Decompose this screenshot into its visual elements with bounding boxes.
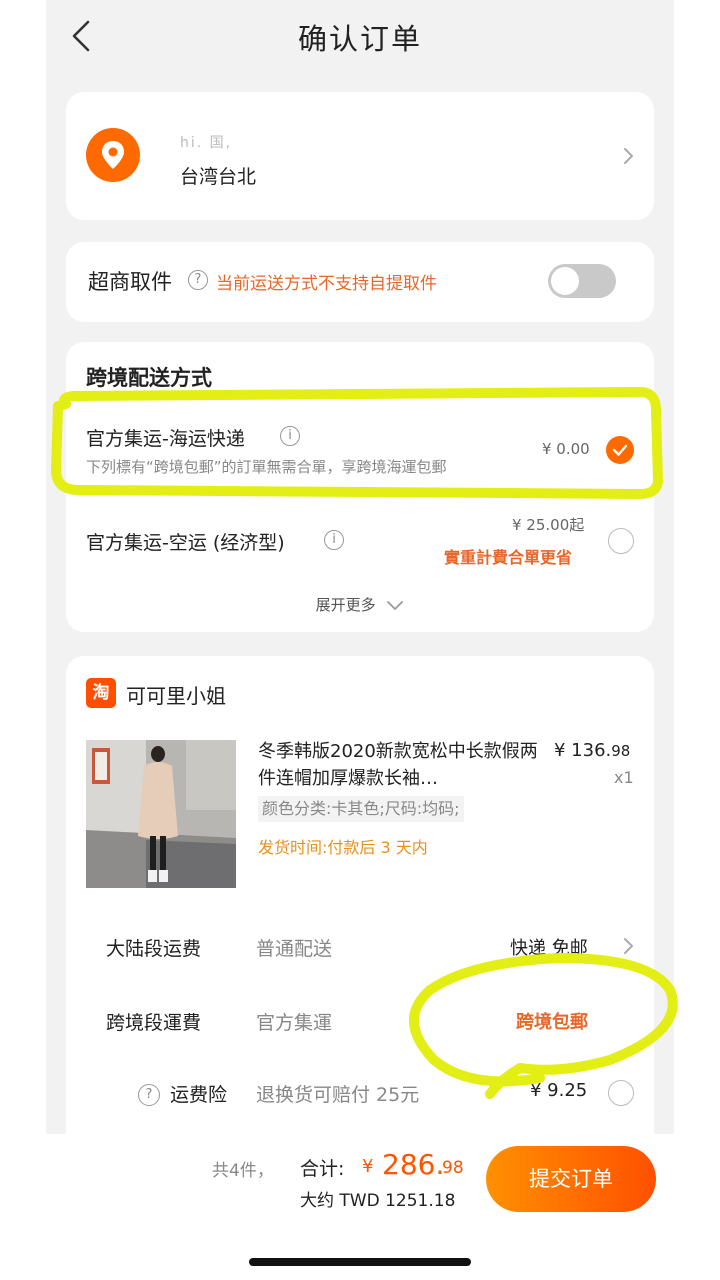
location-pin-icon xyxy=(86,128,140,182)
row-subtitle: 官方集運 xyxy=(256,1012,333,1034)
row-label: 跨境段運費 xyxy=(106,1012,202,1034)
unselected-radio[interactable] xyxy=(608,528,634,554)
row-value: 快递 免邮 xyxy=(510,938,588,959)
twd-equivalent: 大约 TWD 1251.18 xyxy=(300,1191,456,1211)
home-indicator[interactable] xyxy=(249,1258,471,1266)
option-subtitle: 下列標有“跨境包郵”的訂單無需合單，享跨境海運包郵 xyxy=(86,458,447,476)
shipping-method-card: 跨境配送方式 官方集运-海运快递 i 下列標有“跨境包郵”的訂單無需合單，享跨境… xyxy=(66,342,654,632)
product-image[interactable] xyxy=(86,740,236,888)
product-spec[interactable]: 颜色分类:卡其色;尺码:均码; xyxy=(258,796,464,822)
row-subtitle: 普通配送 xyxy=(256,938,333,960)
order-confirm-screen: 确认订单 hi. 国, 台湾台北 超商取件 ? 当前运送方式不支持自提取件 跨境… xyxy=(46,0,674,1280)
product-quantity: x1 xyxy=(614,768,634,787)
selected-check-icon[interactable] xyxy=(606,436,634,464)
chevron-down-icon xyxy=(387,600,404,610)
total-cents: 98 xyxy=(442,1158,464,1178)
row-value: ¥ 9.25 xyxy=(530,1080,588,1101)
chevron-right-icon xyxy=(624,938,633,954)
page-title: 确认订单 xyxy=(297,22,422,56)
item-count: 共4件， xyxy=(212,1161,274,1181)
shipping-heading: 跨境配送方式 xyxy=(86,366,212,390)
taobao-logo: 淘 xyxy=(86,678,116,708)
help-icon[interactable]: ? xyxy=(188,270,208,290)
row-subtitle: 退换货可赔付 25元 xyxy=(256,1084,420,1106)
recipient-name: hi. 国, xyxy=(180,135,233,151)
total-currency: ¥ xyxy=(362,1156,374,1177)
store-pickup-card: 超商取件 ? 当前运送方式不支持自提取件 xyxy=(66,242,654,322)
total-label: 合计: xyxy=(300,1158,345,1180)
option-title: 官方集运-空运 (经济型) xyxy=(86,532,285,554)
product-ship-time: 发货时间:付款后 3 天内 xyxy=(258,838,428,857)
help-icon[interactable]: ? xyxy=(138,1084,160,1106)
insurance-radio[interactable] xyxy=(608,1080,634,1106)
address-line: 台湾台北 xyxy=(180,166,257,188)
info-icon[interactable]: i xyxy=(280,426,300,446)
checkout-bar: 共4件， 合计: ¥ 286. 98 大约 TWD 1251.18 提交订单 xyxy=(46,1134,674,1280)
row-label: 运费险 xyxy=(170,1084,228,1106)
address-card[interactable]: hi. 国, 台湾台北 xyxy=(66,92,654,220)
row-value: 跨境包郵 xyxy=(516,1012,588,1033)
shop-order-card: 淘 可可里小姐 冬季韩版2020新款宽松中长款假两件连帽加厚爆款长袖… ¥ 13… xyxy=(66,656,654,1134)
pickup-unsupported-note: 当前运送方式不支持自提取件 xyxy=(216,274,437,294)
top-bar: 确认订单 xyxy=(46,0,674,72)
submit-order-button[interactable]: 提交订单 xyxy=(486,1146,656,1212)
store-pickup-toggle[interactable] xyxy=(548,264,616,298)
chevron-right-icon xyxy=(624,148,633,164)
option-tag: 實重計費合單更省 xyxy=(444,548,573,567)
product-title[interactable]: 冬季韩版2020新款宽松中长款假两件连帽加厚爆款长袖… xyxy=(258,738,538,792)
option-title: 官方集运-海运快递 xyxy=(86,428,245,450)
shop-name[interactable]: 可可里小姐 xyxy=(126,680,226,709)
info-icon[interactable]: i xyxy=(324,530,344,550)
toggle-knob xyxy=(551,267,579,295)
expand-more-label: 展开更多 xyxy=(315,596,376,614)
row-label: 大陆段运费 xyxy=(106,938,202,960)
total-amount: 286. xyxy=(382,1148,445,1181)
product-price: ¥ 136.98 xyxy=(554,740,630,761)
expand-more-button[interactable]: 展开更多 xyxy=(66,594,654,615)
price-cents: 98 xyxy=(611,742,631,760)
option-price: ¥ 25.00起 xyxy=(512,516,585,534)
price-main: ¥ 136. xyxy=(554,740,612,761)
store-pickup-label: 超商取件 xyxy=(88,270,172,294)
option-price: ¥ 0.00 xyxy=(542,440,590,458)
